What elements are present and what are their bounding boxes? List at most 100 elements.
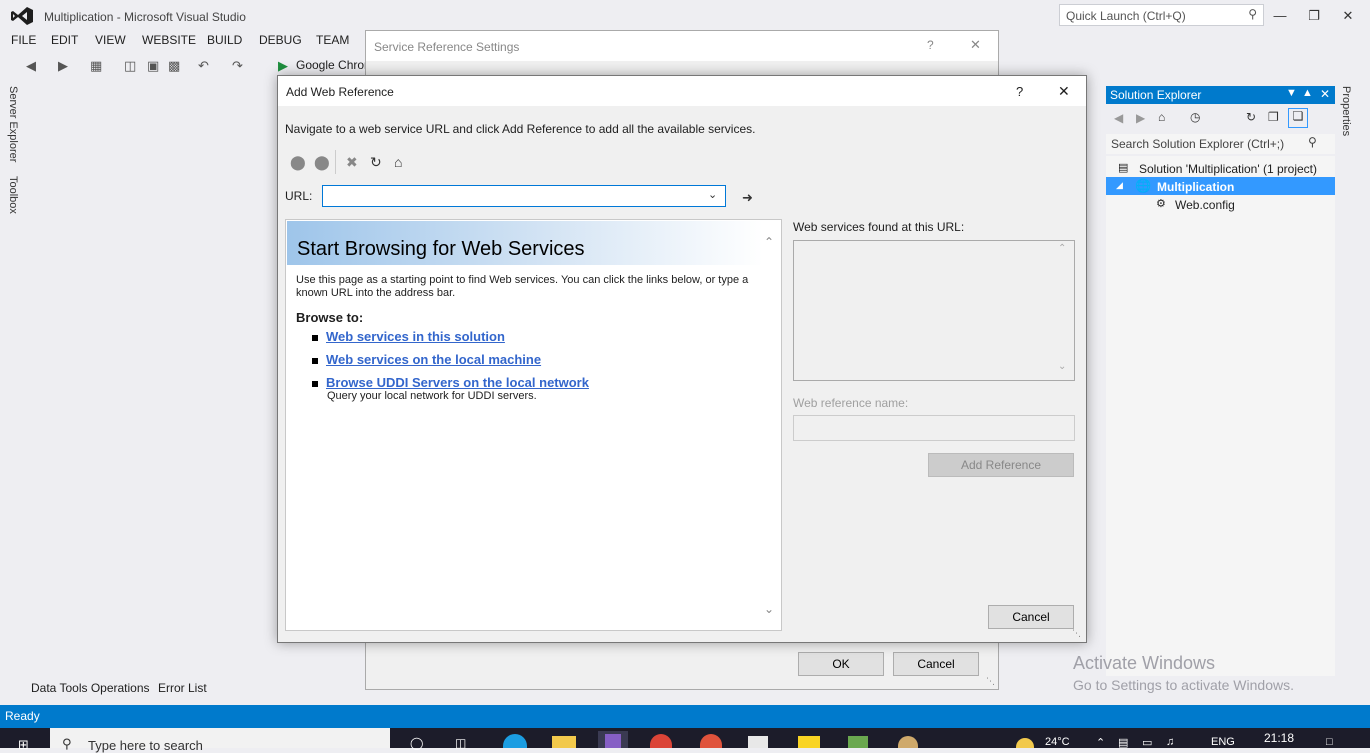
resize-grip-icon[interactable]: ⋱ [986,676,995,687]
pin-icon[interactable]: ▲ [1302,87,1313,99]
solution-explorer-toolbar: ◀ ▶ ⌂ ◷ ↻ ❐ ❏ [1106,106,1335,132]
weather-temperature[interactable]: 24°C [1045,736,1070,748]
forward-icon[interactable]: ▶ [58,58,68,74]
menu-website[interactable]: WEBSITE [142,33,196,47]
add-reference-button[interactable]: Add Reference [928,453,1074,477]
list-item: Web services in this solution [312,329,505,344]
close-icon[interactable]: ✕ [1320,87,1330,101]
server-explorer-tab[interactable]: Server Explorer [7,86,19,162]
back-icon[interactable]: ◀ [26,58,36,74]
menu-file[interactable]: FILE [11,33,36,47]
visual-studio-glyph-icon [605,734,621,748]
new-project-icon[interactable]: ▦ [90,58,102,74]
tab-data-tools-operations[interactable]: Data Tools Operations [31,681,150,695]
menu-edit[interactable]: EDIT [51,33,78,47]
bullet-icon [312,357,318,364]
scroll-up-icon[interactable]: ⌃ [1058,243,1066,254]
home-icon[interactable]: ⌂ [394,154,402,170]
list-item: Browse UDDI Servers on the local network [312,375,589,390]
solution-explorer-search[interactable]: Search Solution Explorer (Ctrl+;) ⚲ [1106,134,1335,154]
battery-icon[interactable]: ▭ [1142,736,1152,749]
config-file-icon: ⚙ [1156,198,1166,210]
ok-button[interactable]: OK [798,652,884,676]
close-icon[interactable]: ✕ [970,37,981,53]
file-explorer-icon[interactable] [552,736,576,748]
collapse-icon[interactable]: ❐ [1268,110,1279,124]
close-icon[interactable]: ✕ [1338,6,1358,26]
dialog-title: Add Web Reference [286,85,394,99]
maximize-icon[interactable]: ❐ [1304,6,1324,26]
expand-arrow-icon[interactable]: ◢ [1116,180,1123,191]
notification-icon[interactable]: □ [1326,736,1333,748]
search-icon: ⚲ [1248,7,1257,21]
go-arrow-icon[interactable]: ➜ [742,190,753,206]
back-icon[interactable]: ◀ [1114,111,1123,125]
forward-icon[interactable]: ⬤ [314,154,330,171]
back-icon[interactable]: ⬤ [290,154,306,171]
resize-grip-icon[interactable]: ⋱ [1072,628,1081,639]
app-icon[interactable] [848,736,868,748]
tree-item-project[interactable]: ◢ 🌐 Multiplication [1106,177,1335,195]
document-icon[interactable] [748,736,768,748]
taskbar-clock[interactable]: 21:18 [1264,731,1294,745]
scroll-up-icon[interactable]: ⌃ [764,235,774,249]
stop-icon[interactable]: ✖ [346,154,358,171]
refresh-icon[interactable]: ↻ [1246,110,1256,124]
cancel-button[interactable]: Cancel [988,605,1074,629]
taskbar-search-box[interactable]: ⚲ Type here to search [50,728,390,753]
link-web-services-local-machine[interactable]: Web services on the local machine [326,352,541,367]
uddi-description: Query your local network for UDDI server… [327,390,537,402]
language-indicator[interactable]: ENG [1211,736,1235,748]
link-web-services-solution[interactable]: Web services in this solution [326,329,505,344]
run-icon[interactable]: ▶ [278,58,288,74]
undo-icon[interactable]: ↶ [198,58,209,74]
help-icon[interactable]: ? [927,38,934,52]
quick-launch-placeholder: Quick Launch (Ctrl+Q) [1066,9,1186,23]
save-icon[interactable]: ▣ [147,58,159,74]
history-icon[interactable]: ◷ [1190,110,1200,124]
chevron-down-icon[interactable]: ⌄ [708,188,717,201]
solution-tree: ▤ Solution 'Multiplication' (1 project) … [1106,156,1335,676]
menu-team[interactable]: TEAM [316,33,349,47]
list-item: Web services on the local machine [312,352,541,367]
show-all-files-icon[interactable]: ❏ [1288,108,1308,128]
menu-view[interactable]: VIEW [95,33,126,47]
scroll-down-icon[interactable]: ⌄ [1058,361,1066,372]
tree-item-web-config[interactable]: ⚙ Web.config [1106,195,1335,213]
web-reference-name-label: Web reference name: [793,396,909,410]
run-target-label[interactable]: Google Chron [296,58,371,72]
menu-build[interactable]: BUILD [207,33,242,47]
redo-icon[interactable]: ↷ [232,58,243,74]
help-icon[interactable]: ? [1016,84,1023,99]
link-browse-uddi-servers[interactable]: Browse UDDI Servers on the local network [326,375,589,390]
volume-icon[interactable]: ♫ [1166,736,1174,748]
menu-debug[interactable]: DEBUG [259,33,302,47]
sticky-notes-icon[interactable] [798,736,820,748]
minimize-icon[interactable]: — [1270,6,1290,26]
bullet-icon [312,380,318,387]
open-icon[interactable]: ◫ [124,58,136,74]
save-all-icon[interactable]: ▩ [168,58,180,74]
close-icon[interactable]: ✕ [1058,83,1070,100]
services-found-list[interactable]: ⌃ ⌄ [793,240,1075,381]
refresh-icon[interactable]: ↻ [370,154,382,171]
url-input[interactable] [322,185,726,207]
windows-start-icon[interactable]: ⊞ [18,737,29,753]
home-icon[interactable]: ⌂ [1158,110,1165,124]
tab-error-list[interactable]: Error List [158,681,207,695]
tree-item-solution[interactable]: ▤ Solution 'Multiplication' (1 project) [1106,159,1335,177]
network-icon[interactable]: ▤ [1118,736,1128,749]
scroll-down-icon[interactable]: ⌄ [764,602,774,616]
solution-explorer-title: Solution Explorer [1110,88,1202,102]
dropdown-icon[interactable]: ▼ [1286,87,1297,99]
web-reference-name-input[interactable] [793,415,1075,441]
toolbox-tab[interactable]: Toolbox [7,176,19,214]
activation-watermark-title: Activate Windows [1073,653,1216,673]
forward-icon[interactable]: ▶ [1136,111,1145,125]
cancel-button[interactable]: Cancel [893,652,979,676]
quick-launch-input[interactable]: Quick Launch (Ctrl+Q) ⚲ [1059,4,1264,26]
chevron-up-icon[interactable]: ⌃ [1096,736,1105,749]
solution-explorer-header: Solution Explorer ▼ ▲ ✕ [1106,86,1335,104]
visual-studio-taskbar-icon[interactable] [598,731,628,748]
properties-tab[interactable]: Properties [1340,86,1352,136]
